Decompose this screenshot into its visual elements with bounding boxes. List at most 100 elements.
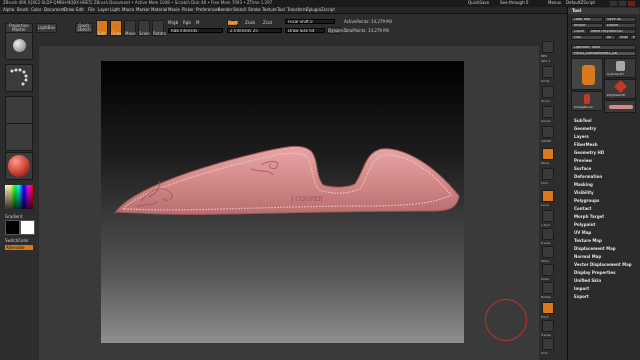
export-button[interactable]: Export — [604, 23, 636, 28]
menu-render[interactable]: Render — [218, 7, 232, 12]
menu-zplugin[interactable]: Zplugin — [306, 7, 321, 12]
frame-icon[interactable] — [542, 228, 554, 240]
menu-zscript[interactable]: Zscript — [321, 7, 335, 12]
section-polypaint[interactable]: Polypaint — [574, 222, 595, 227]
menu-document[interactable]: Document — [44, 7, 65, 12]
material-icon[interactable] — [5, 152, 33, 180]
move-icon[interactable] — [542, 246, 554, 258]
scale-button[interactable]: Scale — [138, 20, 150, 36]
visible-button[interactable]: Visible — [617, 35, 629, 40]
z-intensity-slider[interactable]: Z Intensity 25 — [227, 28, 282, 33]
aahalf-icon[interactable] — [542, 126, 554, 138]
section-uv-map[interactable]: UV Map — [574, 230, 591, 235]
stroke-dots-icon[interactable] — [5, 64, 33, 92]
menu-color[interactable]: Color — [31, 7, 41, 12]
rgb-button[interactable]: Rgb — [183, 20, 191, 25]
menu-picker[interactable]: Picker — [182, 7, 194, 12]
menu-movie[interactable]: Movie — [168, 7, 180, 12]
rgb-intensity-slider[interactable]: Rgb Intensity — [168, 28, 223, 33]
tool-thumb-simplebrush[interactable]: SimpleBrush — [571, 91, 603, 111]
minimize-icon[interactable] — [610, 1, 617, 6]
gradient-label[interactable]: Gradient — [5, 214, 22, 219]
texture-off-icon[interactable] — [5, 123, 33, 151]
section-geometry-hd[interactable]: Geometry HD — [574, 150, 604, 155]
section-normal-map[interactable]: Normal Map — [574, 254, 601, 259]
tool-palette-header[interactable]: Tool — [568, 8, 639, 14]
close-icon[interactable] — [628, 1, 635, 6]
seethrough-slider[interactable]: See-through 0 — [500, 0, 528, 5]
menu-draw[interactable]: Draw — [64, 7, 74, 12]
goz-button[interactable]: GoZ — [571, 35, 603, 40]
section-export[interactable]: Export — [574, 294, 589, 299]
section-display-properties[interactable]: Display Properties — [574, 270, 615, 275]
draw-size-slider[interactable]: Draw Size 64 — [285, 28, 325, 33]
zcut-button[interactable]: Zcut — [263, 20, 272, 25]
alternate-button[interactable]: Alternate — [5, 245, 33, 250]
menu-alpha[interactable]: Alpha — [3, 7, 14, 12]
load-tool-button[interactable]: Load Tool — [571, 17, 603, 22]
section-surface[interactable]: Surface — [574, 166, 591, 171]
local-icon[interactable] — [542, 190, 554, 202]
section-unified-skin[interactable]: Unified Skin — [574, 278, 601, 283]
actual-icon[interactable] — [542, 106, 554, 118]
focal-shift-slider[interactable]: Focal Shift 0 — [285, 19, 335, 24]
scale-icon[interactable] — [542, 264, 554, 276]
knife-model[interactable]: J COOPER — [101, 61, 464, 343]
section-preview[interactable]: Preview — [574, 158, 592, 163]
section-fibermesh[interactable]: FiberMesh — [574, 142, 598, 147]
menu-texture[interactable]: Texture — [262, 7, 277, 12]
section-polygroups[interactable]: Polygroups — [574, 198, 599, 203]
menu-material[interactable]: Material — [151, 7, 167, 12]
polyf-icon[interactable] — [542, 302, 554, 314]
make-polymesh3d-button[interactable]: Make PolyMesh3D — [588, 29, 636, 34]
quicksave-button[interactable]: QuickSave — [468, 0, 489, 5]
current-tool-thumb[interactable] — [571, 58, 603, 90]
lightbox-button[interactable]: LightBox — [36, 23, 57, 33]
persp-icon[interactable] — [542, 148, 554, 160]
lsym-icon[interactable] — [542, 210, 554, 222]
menu-macro[interactable]: Macro — [122, 7, 134, 12]
tool-thumb-cylinder3d[interactable]: Cylinder3D — [604, 58, 636, 78]
section-displacement-map[interactable]: Displacement Map — [574, 246, 616, 251]
menu-brush[interactable]: Brush — [17, 7, 29, 12]
menu-preferences[interactable]: Preferences — [196, 7, 220, 12]
section-visibility[interactable]: Visibility — [574, 190, 594, 195]
mrgb-button[interactable]: Mrgb — [168, 20, 178, 25]
section-vector-displacement-map[interactable]: Vector Displacement Map — [574, 262, 632, 267]
tool-thumb-polymesh3d[interactable]: PolyMesh3D — [604, 79, 636, 99]
move-button[interactable]: Move — [124, 20, 136, 36]
menu-file[interactable]: File — [88, 7, 95, 12]
switch-color-label[interactable]: SwitchColor — [5, 238, 29, 243]
section-deformation[interactable]: Deformation — [574, 174, 602, 179]
menu-transform[interactable]: Transform — [287, 7, 307, 12]
section-contact[interactable]: Contact — [574, 206, 591, 211]
section-layers[interactable]: Layers — [574, 134, 589, 139]
section-geometry[interactable]: Geometry — [574, 126, 596, 131]
section-morph-target[interactable]: Morph Target — [574, 214, 604, 219]
scroll-icon[interactable] — [542, 66, 554, 78]
rotate-button[interactable]: Rotate — [152, 20, 166, 36]
dynamic-button[interactable]: Dynamic — [327, 27, 346, 34]
menu-light[interactable]: Light — [110, 7, 120, 12]
solo-icon[interactable] — [542, 338, 554, 350]
section-subtool[interactable]: SubTool — [574, 118, 592, 123]
section-import[interactable]: Import — [574, 286, 589, 291]
primary-color-swatch[interactable] — [5, 220, 20, 235]
menu-edit[interactable]: Edit — [76, 7, 84, 12]
zoom-icon[interactable] — [542, 86, 554, 98]
m-button[interactable]: M — [196, 20, 199, 25]
menu-tool[interactable]: Tool — [277, 7, 285, 12]
default-zscript-button[interactable]: DefaultZScript — [566, 0, 595, 5]
document-canvas[interactable]: J COOPER — [101, 61, 464, 343]
all-button[interactable]: All — [604, 35, 616, 40]
section-masking[interactable]: Masking — [574, 182, 593, 187]
tool-thumb-knife[interactable] — [604, 100, 636, 113]
menus-button[interactable]: Menus — [548, 0, 561, 5]
standard-brush-icon[interactable] — [5, 32, 33, 60]
r-button[interactable]: R — [630, 35, 636, 40]
save-as-button[interactable]: Save As — [604, 17, 636, 22]
menu-marker[interactable]: Marker — [136, 7, 150, 12]
import-button[interactable]: Import — [571, 23, 603, 28]
transp-icon[interactable] — [542, 320, 554, 332]
bpr-icon[interactable] — [542, 41, 554, 53]
